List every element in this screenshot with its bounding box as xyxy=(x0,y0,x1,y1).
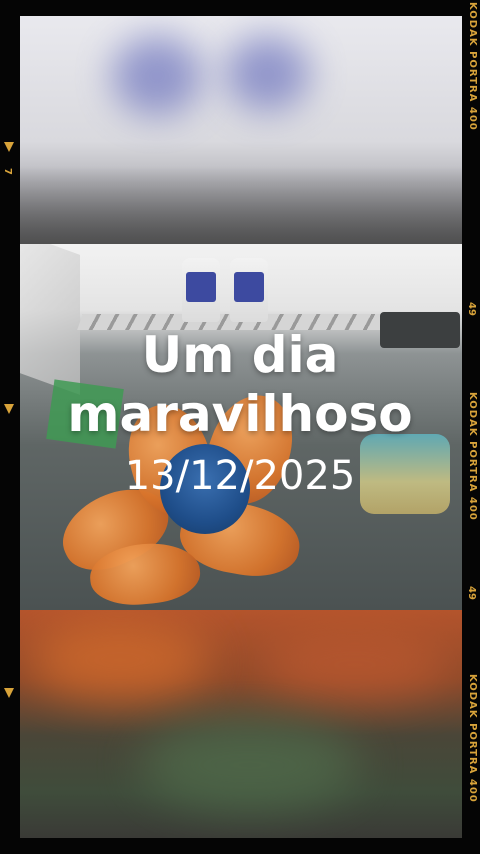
bottle xyxy=(230,258,268,322)
headline-line-1: Um dia xyxy=(141,326,339,384)
text-overlay: Um dia maravilhoso 13/12/2025 xyxy=(0,326,480,500)
bottle xyxy=(182,258,220,322)
headline-line-2: maravilhoso xyxy=(67,385,413,443)
film-frame-number: 49 xyxy=(466,586,477,600)
blurred-top-section xyxy=(20,16,462,246)
film-frame: 7 KODAK PORTRA 400 49 KODAK PORTRA 400 4… xyxy=(0,0,480,854)
frame-marker-icon xyxy=(4,688,14,698)
film-brand-label: KODAK PORTRA 400 xyxy=(467,2,478,131)
blurred-bottom-section xyxy=(20,610,462,838)
frame-marker-icon xyxy=(4,142,14,152)
film-left-number: 7 xyxy=(1,168,13,175)
date-label: 13/12/2025 xyxy=(124,453,356,499)
film-frame-number: 49 xyxy=(466,302,477,316)
film-brand-label: KODAK PORTRA 400 xyxy=(467,674,478,803)
